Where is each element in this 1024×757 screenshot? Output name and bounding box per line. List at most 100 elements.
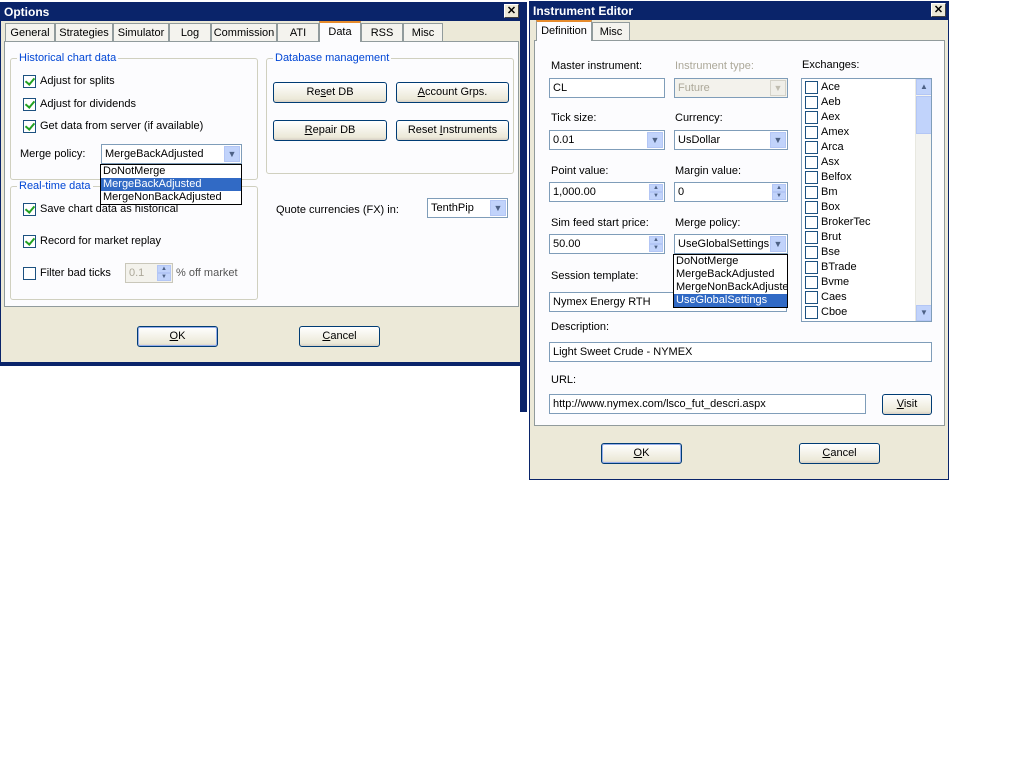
spin-down-icon[interactable]: ▼ — [649, 192, 663, 200]
exchange-item[interactable]: Aeb — [804, 95, 916, 110]
tab-rss[interactable]: RSS — [361, 23, 403, 42]
url-input[interactable]: http://www.nymex.com/lsco_fut_descri.asp… — [549, 394, 866, 414]
spin-down-icon[interactable]: ▼ — [157, 273, 171, 281]
currency-select[interactable]: UsDollar ▼ — [674, 130, 788, 150]
options-ok-button[interactable]: OK — [137, 326, 218, 347]
master-instrument-input[interactable]: CL — [549, 78, 665, 98]
get-data-server-checkbox[interactable] — [23, 120, 36, 133]
exchange-item[interactable]: Caes — [804, 290, 916, 305]
merge-option-selected[interactable]: MergeBackAdjusted — [101, 178, 241, 191]
exchange-checkbox[interactable] — [805, 291, 818, 304]
exchange-checkbox[interactable] — [805, 216, 818, 229]
scroll-up-icon[interactable]: ▲ — [916, 79, 931, 95]
exchange-item[interactable]: Ace — [804, 80, 916, 95]
tab-data[interactable]: Data — [319, 21, 361, 42]
tab-general[interactable]: General — [5, 23, 55, 42]
filter-bad-ticks-checkbox[interactable] — [23, 267, 36, 280]
chevron-down-icon[interactable]: ▼ — [647, 132, 663, 148]
save-chart-checkbox[interactable] — [23, 203, 36, 216]
exchange-checkbox[interactable] — [805, 201, 818, 214]
exchange-item[interactable]: Asx — [804, 155, 916, 170]
record-replay-checkbox[interactable] — [23, 235, 36, 248]
chevron-down-icon[interactable]: ▼ — [490, 200, 506, 216]
exchange-checkbox[interactable] — [805, 141, 818, 154]
exchange-item[interactable]: Bvme — [804, 275, 916, 290]
reset-db-button[interactable]: Reset DB — [273, 82, 387, 103]
merge-option[interactable]: MergeNonBackAdjuste — [674, 281, 787, 294]
scroll-down-icon[interactable]: ▼ — [916, 305, 931, 321]
tab-definition[interactable]: Definition — [536, 20, 592, 41]
options-title-bar[interactable]: Options — [1, 3, 521, 21]
tab-ati[interactable]: ATI — [277, 23, 319, 42]
exchange-checkbox[interactable] — [805, 156, 818, 169]
chevron-down-icon[interactable]: ▼ — [770, 236, 786, 252]
exchange-checkbox[interactable] — [805, 96, 818, 109]
merge-policy-select[interactable]: MergeBackAdjusted ▼ — [101, 144, 242, 164]
spin-up-icon[interactable]: ▲ — [649, 184, 663, 192]
repair-db-button[interactable]: Repair DB — [273, 120, 387, 141]
exchange-item[interactable]: Arca — [804, 140, 916, 155]
exchange-item[interactable]: Cboe — [804, 305, 916, 320]
chevron-down-icon[interactable]: ▼ — [770, 132, 786, 148]
tick-size-select[interactable]: 0.01 ▼ — [549, 130, 665, 150]
scroll-thumb[interactable] — [916, 96, 931, 134]
chevron-down-icon[interactable]: ▼ — [224, 146, 240, 162]
reset-instruments-button[interactable]: Reset Instruments — [396, 120, 509, 141]
exchange-checkbox[interactable] — [805, 261, 818, 274]
tab-log[interactable]: Log — [169, 23, 211, 42]
exchange-item[interactable]: Aex — [804, 110, 916, 125]
merge-option[interactable]: DoNotMerge — [674, 255, 787, 268]
merge-option[interactable]: MergeNonBackAdjusted — [101, 191, 241, 204]
spin-up-icon[interactable]: ▲ — [157, 265, 171, 273]
spin-down-icon[interactable]: ▼ — [649, 244, 663, 252]
exchange-checkbox[interactable] — [805, 231, 818, 244]
account-grps-button[interactable]: Account Grps. — [396, 82, 509, 103]
instrument-ok-button[interactable]: OK — [601, 443, 682, 464]
exchanges-list[interactable]: Ace Aeb Aex Amex Arca Asx Belfox Bm Box BrokerTec… — [801, 78, 932, 322]
exchange-checkbox[interactable] — [805, 246, 818, 259]
exchange-checkbox[interactable] — [805, 171, 818, 184]
exchange-checkbox[interactable] — [805, 276, 818, 289]
merge-option[interactable]: MergeBackAdjusted — [674, 268, 787, 281]
instrument-editor-title-bar[interactable]: Instrument Editor — [530, 2, 948, 20]
exchange-item[interactable]: BrokerTec — [804, 215, 916, 230]
description-input[interactable]: Light Sweet Crude - NYMEX — [549, 342, 932, 362]
margin-value-input[interactable]: 0 ▲ ▼ — [674, 182, 788, 202]
instrument-editor-close-button[interactable]: ✕ — [931, 3, 946, 17]
tab-misc[interactable]: Misc — [403, 23, 443, 42]
spin-down-icon[interactable]: ▼ — [772, 192, 786, 200]
exchange-item[interactable]: Amex — [804, 125, 916, 140]
filter-value-input[interactable]: 0.1 ▲ ▼ — [125, 263, 173, 283]
exchanges-scrollbar[interactable]: ▲ ▼ — [915, 79, 931, 321]
tab-simulator[interactable]: Simulator — [113, 23, 169, 42]
margin-value-value: 0 — [678, 186, 685, 198]
exchange-checkbox[interactable] — [805, 111, 818, 124]
tab-misc-editor[interactable]: Misc — [592, 22, 630, 41]
adjust-dividends-checkbox[interactable] — [23, 98, 36, 111]
quote-currencies-select[interactable]: TenthPip ▼ — [427, 198, 508, 218]
exchange-item[interactable]: Brut — [804, 230, 916, 245]
exchange-checkbox[interactable] — [805, 186, 818, 199]
tab-commission[interactable]: Commission — [211, 23, 277, 42]
tab-strategies[interactable]: Strategies — [55, 23, 113, 42]
merge-option[interactable]: DoNotMerge — [101, 165, 241, 178]
options-close-button[interactable]: ✕ — [504, 4, 519, 18]
point-value-input[interactable]: 1,000.00 ▲ ▼ — [549, 182, 665, 202]
spin-up-icon[interactable]: ▲ — [772, 184, 786, 192]
exchange-item[interactable]: BTrade — [804, 260, 916, 275]
exchange-item[interactable]: Bse — [804, 245, 916, 260]
merge-option-selected[interactable]: UseGlobalSettings — [674, 294, 787, 307]
exchange-item[interactable]: Belfox — [804, 170, 916, 185]
exchange-item[interactable]: Bm — [804, 185, 916, 200]
adjust-splits-checkbox[interactable] — [23, 75, 36, 88]
exchange-checkbox[interactable] — [805, 306, 818, 319]
options-cancel-button[interactable]: Cancel — [299, 326, 380, 347]
instrument-cancel-button[interactable]: Cancel — [799, 443, 880, 464]
spin-up-icon[interactable]: ▲ — [649, 236, 663, 244]
instrument-merge-policy-select[interactable]: UseGlobalSettings ▼ — [674, 234, 788, 254]
exchange-item[interactable]: Box — [804, 200, 916, 215]
exchange-checkbox[interactable] — [805, 81, 818, 94]
sim-feed-input[interactable]: 50.00 ▲ ▼ — [549, 234, 665, 254]
visit-button[interactable]: Visit — [882, 394, 932, 415]
exchange-checkbox[interactable] — [805, 126, 818, 139]
